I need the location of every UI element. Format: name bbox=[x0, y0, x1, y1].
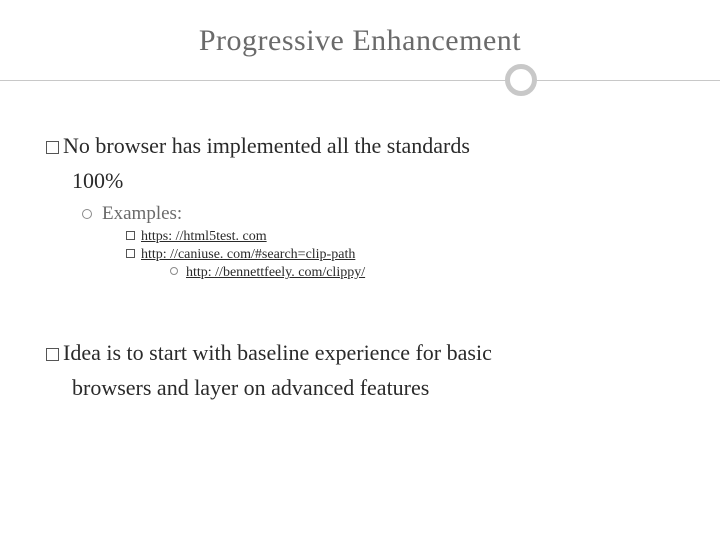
link-html5test[interactable]: https: //html5test. com bbox=[141, 229, 267, 244]
link-bennettfeely[interactable]: http: //bennettfeely. com/clippy/ bbox=[186, 265, 365, 280]
title-divider bbox=[42, 62, 678, 98]
title-block: Progressive Enhancement bbox=[42, 24, 678, 98]
content-body: No browser has implemented all the stand… bbox=[42, 132, 678, 402]
square-bullet-icon bbox=[126, 231, 135, 240]
bullet-lvl2: Examples: bbox=[82, 203, 678, 225]
spacer bbox=[46, 283, 678, 339]
divider-circle-icon bbox=[505, 64, 537, 96]
square-bullet-icon bbox=[126, 249, 135, 258]
bullet-text: Examples: bbox=[102, 203, 182, 224]
slide: Progressive Enhancement No browser has i… bbox=[0, 0, 720, 540]
bullet-lvl4: http: //bennettfeely. com/clippy/ bbox=[170, 265, 678, 281]
circle-bullet-icon bbox=[82, 209, 92, 219]
bullet-text: Idea is to start with baseline experienc… bbox=[63, 340, 492, 365]
bullet-lvl1: No browser has implemented all the stand… bbox=[46, 132, 678, 161]
slide-title: Progressive Enhancement bbox=[42, 24, 678, 58]
bullet-lvl3: http: //caniuse. com/#search=clip-path bbox=[126, 247, 678, 263]
bullet-lvl1-cont: 100% bbox=[72, 167, 678, 196]
divider-line bbox=[0, 80, 720, 81]
bullet-lvl1: Idea is to start with baseline experienc… bbox=[46, 339, 678, 368]
circle-bullet-icon bbox=[170, 267, 178, 275]
bullet-text: No browser has implemented all the stand… bbox=[63, 133, 470, 158]
bullet-lvl3: https: //html5test. com bbox=[126, 229, 678, 245]
bullet-lvl1-cont: browsers and layer on advanced features bbox=[72, 374, 678, 403]
square-bullet-icon bbox=[46, 141, 59, 154]
square-bullet-icon bbox=[46, 348, 59, 361]
link-caniuse[interactable]: http: //caniuse. com/#search=clip-path bbox=[141, 247, 355, 262]
